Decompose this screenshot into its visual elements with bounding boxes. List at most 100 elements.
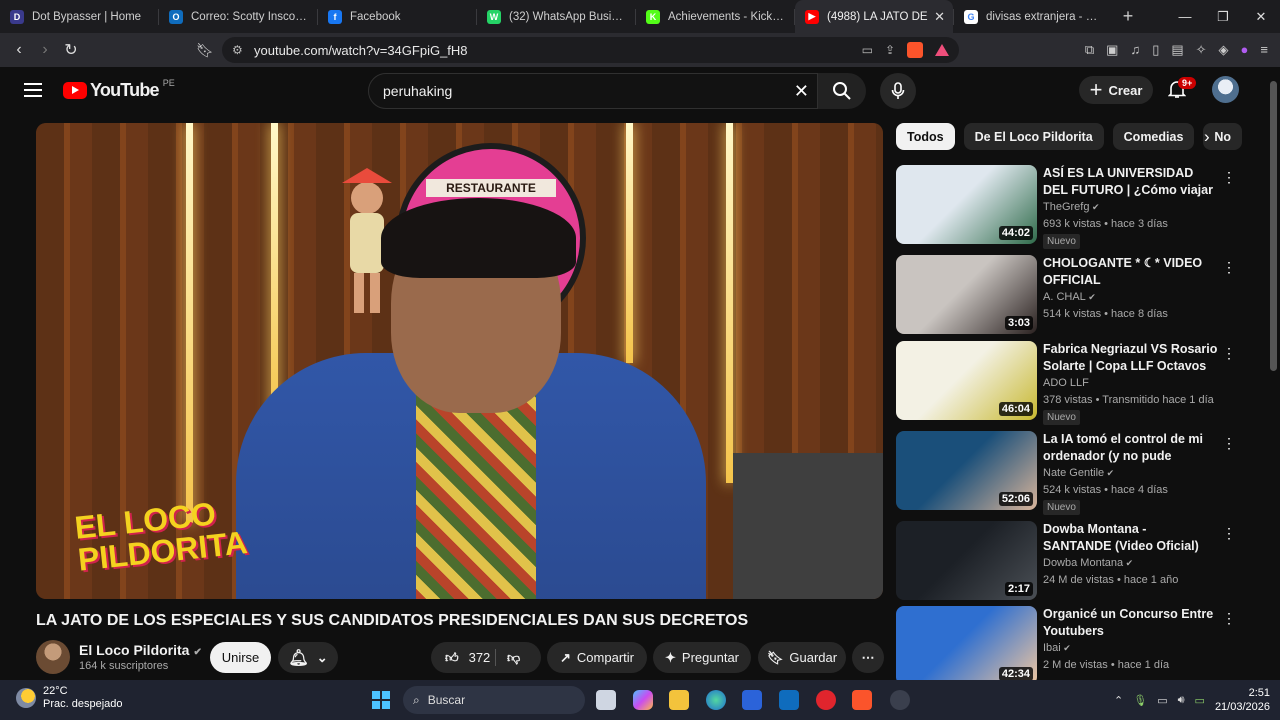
recommended-video[interactable]: 46:04 Fabrica Negriazul VS Rosario Solart… <box>896 341 1236 425</box>
search-input[interactable]: peruhaking ✕ <box>368 73 818 109</box>
filter-chip[interactable]: Comedias <box>1112 123 1195 150</box>
scrollbar-thumb[interactable] <box>1270 81 1277 371</box>
recommended-video-title[interactable]: Fabrica Negriazul VS Rosario Solarte | C… <box>1043 341 1218 375</box>
url-text[interactable]: youtube.com/watch?v=34GFpiG_fH8 <box>254 43 468 58</box>
chevron-right-icon[interactable]: › <box>1204 127 1210 147</box>
browser-tab[interactable]: O Correo: Scotty Inscore - Ou <box>159 0 317 33</box>
mic-tray-icon[interactable]: 🎙︎ <box>1133 694 1147 707</box>
screenshot-icon[interactable]: ▣ <box>1106 42 1118 58</box>
taskbar-search-input[interactable]: ⌕ Buscar <box>403 686 585 714</box>
video-thumbnail[interactable]: 3:03 <box>896 255 1037 334</box>
site-settings-icon[interactable]: ⚙ <box>232 43 246 57</box>
create-button[interactable]: + Crear <box>1079 76 1153 104</box>
recommended-video[interactable]: 52:06 La IA tomó el control de mi ordenad… <box>896 431 1236 515</box>
network-icon[interactable]: ▭ <box>1157 694 1167 707</box>
search-button[interactable] <box>818 73 866 109</box>
file-explorer-icon[interactable] <box>669 690 689 710</box>
copilot-icon[interactable] <box>633 690 653 710</box>
weather-widget[interactable]: 22°C Prac. despejado <box>16 685 123 711</box>
recommended-video-title[interactable]: Dowba Montana - SANTANDE (Video Oficial) <box>1043 521 1218 555</box>
ask-button[interactable]: ✦ Preguntar <box>653 642 751 673</box>
recommended-video-title[interactable]: CHOLOGANTE * ☾* VIDEO OFFICIAL <box>1043 255 1218 289</box>
store-icon[interactable] <box>742 690 762 710</box>
more-actions-icon[interactable]: ⋯ <box>852 642 884 673</box>
music-icon[interactable]: ♫ <box>1130 42 1140 58</box>
clock[interactable]: 2:51 21/03/2026 <box>1215 686 1270 714</box>
chevron-up-icon[interactable]: ⌃ <box>1114 694 1123 707</box>
sidebar-icon[interactable]: ▯ <box>1152 42 1159 58</box>
start-windows-icon[interactable] <box>372 691 390 709</box>
edge-icon[interactable] <box>706 690 726 710</box>
recommended-channel[interactable]: TheGrefg ✔ <box>1043 201 1100 213</box>
outlook-icon[interactable] <box>779 690 799 710</box>
video-player[interactable]: RESTAURANTE TIPICO EL LOCO PILDORITA <box>36 123 883 599</box>
new-tab-button[interactable]: + <box>1112 6 1144 27</box>
more-options-icon[interactable]: ⋮ <box>1222 610 1236 627</box>
video-thumbnail[interactable]: 2:17 <box>896 521 1037 600</box>
more-options-icon[interactable]: ⋮ <box>1222 169 1236 186</box>
brave-rewards-icon[interactable] <box>935 44 949 56</box>
video-thumbnail[interactable]: 42:34 <box>896 606 1037 680</box>
bookmark-icon[interactable]: 🔖︎ <box>192 42 218 59</box>
cast-icon[interactable]: ▭ <box>862 43 873 57</box>
recommended-channel[interactable]: Nate Gentile ✔ <box>1043 467 1114 479</box>
browser-tab[interactable]: f Facebook <box>318 0 476 33</box>
close-tab-icon[interactable]: ✕ <box>934 9 945 25</box>
recommended-channel[interactable]: A. CHAL ✔ <box>1043 291 1096 303</box>
more-options-icon[interactable]: ⋮ <box>1222 259 1236 276</box>
brave-shields-icon[interactable] <box>907 42 923 58</box>
battery-icon[interactable]: ▭ <box>1195 694 1205 707</box>
menu-icon[interactable]: ≡ <box>1260 42 1268 58</box>
video-thumbnail[interactable]: 44:02 <box>896 165 1037 244</box>
share-button[interactable]: ↗ Compartir <box>547 642 647 673</box>
youtube-logo[interactable]: YouTube PE <box>63 78 175 101</box>
recommended-video[interactable]: 42:34 Organicé un Concurso Entre Youtuber… <box>896 606 1236 680</box>
subscribe-bell-button[interactable]: 🔔︎ ⌄ <box>278 642 338 673</box>
recommended-video-title[interactable]: La IA tomó el control de mi ordenador (y… <box>1043 431 1218 465</box>
filter-chip[interactable]: Todos <box>896 123 955 150</box>
browser-tab[interactable]: K Achievements - Kick Dashb <box>636 0 794 33</box>
recommended-channel[interactable]: ADO LLF <box>1043 377 1089 389</box>
video-thumbnail[interactable]: 46:04 <box>896 341 1037 420</box>
like-button[interactable]: 👍︎ 372 <box>445 650 490 666</box>
browser-tab[interactable]: ▶ (4988) LA JATO DE ✕ <box>795 0 953 33</box>
recommended-video-title[interactable]: ASÍ ES LA UNIVERSIDAD DEL FUTURO | ¿Cómo… <box>1043 165 1218 199</box>
voice-search-button[interactable] <box>880 73 916 109</box>
extensions-icon[interactable]: ⧉ <box>1085 42 1094 58</box>
filter-chip[interactable]: De El Loco Pildorita <box>963 123 1104 150</box>
recommended-video[interactable]: 2:17 Dowba Montana - SANTANDE (Video Ofic… <box>896 521 1236 601</box>
page-scrollbar[interactable] <box>1266 67 1280 680</box>
back-icon[interactable]: ‹ <box>6 41 32 59</box>
app-red-icon[interactable] <box>816 690 836 710</box>
profile-gradient-icon[interactable]: ● <box>1241 42 1249 58</box>
more-options-icon[interactable]: ⋮ <box>1222 345 1236 362</box>
vpn-icon[interactable]: ◈ <box>1219 42 1229 58</box>
save-button[interactable]: 🔖︎ Guardar <box>758 642 846 673</box>
menu-hamburger-icon[interactable] <box>24 83 42 101</box>
leo-icon[interactable]: ✧ <box>1196 42 1207 58</box>
recommended-video[interactable]: 3:03 CHOLOGANTE * ☾* VIDEO OFFICIAL A. CHA… <box>896 255 1236 335</box>
more-options-icon[interactable]: ⋮ <box>1222 525 1236 542</box>
browser-tab[interactable]: Gdivisas extranjera - Buscar <box>954 0 1112 33</box>
dislike-button[interactable]: 👎︎ <box>507 650 520 666</box>
video-thumbnail[interactable]: 52:06 <box>896 431 1037 510</box>
recommended-video-title[interactable]: Organicé un Concurso Entre Youtubers <box>1043 606 1218 640</box>
browser-tab[interactable]: W (32) WhatsApp Business <box>477 0 635 33</box>
join-button[interactable]: Unirse <box>210 642 271 673</box>
browser-tab[interactable]: D Dot Bypasser | Home <box>0 0 158 33</box>
wallet-icon[interactable]: ▤ <box>1171 42 1183 58</box>
address-bar[interactable]: ⚙ youtube.com/watch?v=34GFpiG_fH8 ▭ ⇪ <box>222 37 959 63</box>
brave-taskbar-icon[interactable] <box>852 690 872 710</box>
forward-icon[interactable]: › <box>32 41 58 59</box>
volume-icon[interactable]: 🔊︎ <box>1178 694 1185 707</box>
account-avatar[interactable] <box>1212 76 1239 103</box>
maximize-icon[interactable]: ❐ <box>1204 0 1242 33</box>
more-options-icon[interactable]: ⋮ <box>1222 435 1236 452</box>
channel-avatar[interactable] <box>36 640 70 674</box>
task-view-icon[interactable] <box>596 690 616 710</box>
settings-icon[interactable] <box>890 690 910 710</box>
recommended-channel[interactable]: Dowba Montana ✔ <box>1043 557 1133 569</box>
recommended-video[interactable]: 44:02 ASÍ ES LA UNIVERSIDAD DEL FUTURO | … <box>896 165 1236 249</box>
reload-icon[interactable]: ↻ <box>58 40 84 60</box>
channel-name[interactable]: El Loco Pildorita ✔ <box>79 642 202 658</box>
